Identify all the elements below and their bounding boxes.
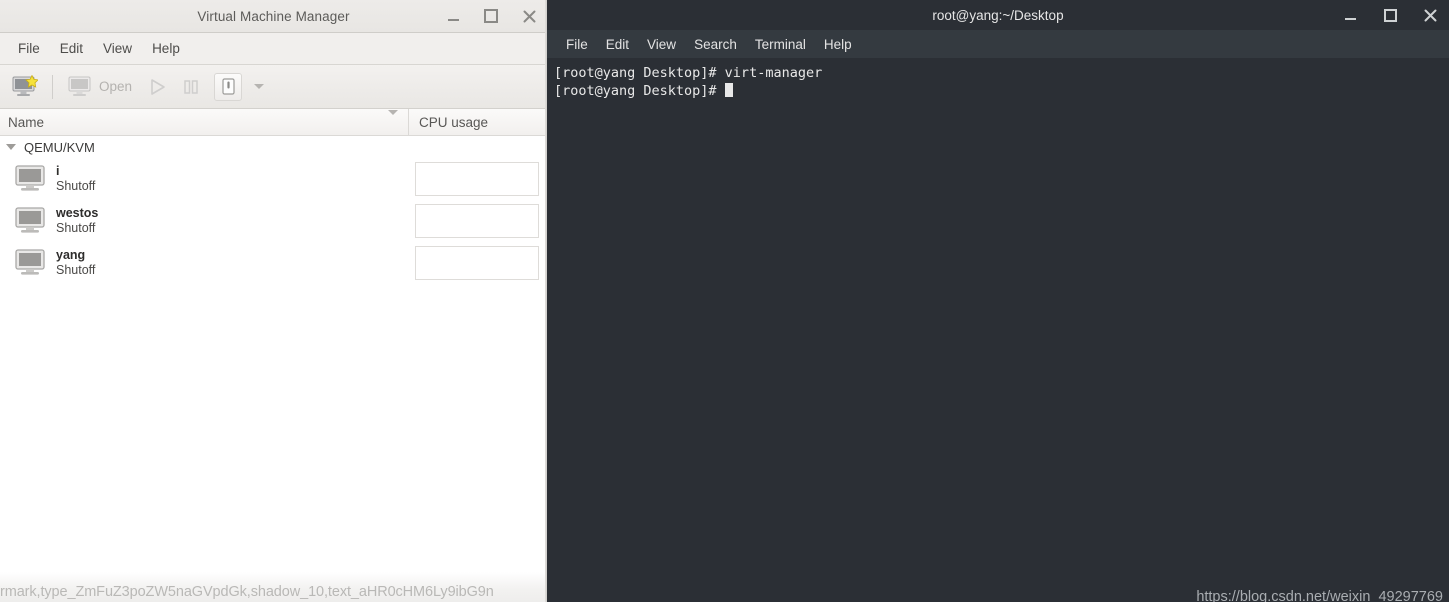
vm-state: Shutoff [56,263,96,277]
chevron-down-icon[interactable] [242,70,276,104]
column-header-cpu-label: CPU usage [419,114,489,130]
vmm-window-title: Virtual Machine Manager [197,8,350,24]
pause-icon [174,70,208,104]
vm-info: westos Shutoff [56,206,98,237]
table-row[interactable]: yang Shutoff [0,242,547,284]
terminal-menu-view[interactable]: View [638,35,685,54]
vm-name: i [56,163,60,178]
new-vm-icon[interactable] [8,70,42,104]
close-icon[interactable] [1421,6,1439,24]
vm-info: yang Shutoff [56,248,95,279]
terminal-menu-search[interactable]: Search [685,35,746,54]
vmm-menubar: File Edit View Help [0,33,547,65]
cpu-usage-sparkline [415,246,539,280]
vm-state: Shutoff [56,221,96,235]
table-row[interactable]: westos Shutoff [0,200,547,242]
vm-monitor-icon [14,207,48,235]
vmm-menu-view[interactable]: View [93,38,142,59]
expander-triangle-icon[interactable] [6,144,16,150]
terminal-menu-terminal[interactable]: Terminal [746,35,815,54]
vmm-menu-edit[interactable]: Edit [50,38,93,59]
maximize-icon[interactable] [481,6,501,26]
sort-descending-icon[interactable] [388,109,398,130]
column-header-name[interactable]: Name [0,109,409,135]
vmm-menu-help[interactable]: Help [142,38,190,59]
terminal-titlebar: root@yang:~/Desktop [547,0,1449,30]
column-header-cpu[interactable]: CPU usage [409,109,547,135]
terminal-output-area[interactable]: [root@yang Desktop]# virt-manager [root@… [547,58,1449,602]
vmm-menu-file[interactable]: File [8,38,50,59]
terminal-window: root@yang:~/Desktop File Edit View Searc… [547,0,1449,602]
vmm-window-controls [443,0,539,32]
virtual-machine-manager-window: Virtual Machine Manager File Edit View H… [0,0,547,602]
vm-state: Shutoff [56,179,96,193]
open-button-label: Open [99,79,133,94]
run-icon [140,70,174,104]
cpu-usage-sparkline [415,204,539,238]
table-row[interactable]: i Shutoff [0,158,547,200]
terminal-menubar: File Edit View Search Terminal Help [547,30,1449,58]
terminal-line-with-cursor: [root@yang Desktop]# [551,82,1449,100]
terminal-window-controls [1341,0,1439,30]
terminal-menu-help[interactable]: Help [815,35,861,54]
terminal-line: [root@yang Desktop]# virt-manager [554,65,823,81]
vm-name: westos [56,205,99,220]
open-vm-icon [63,70,97,104]
vm-monitor-icon [14,249,48,277]
shutdown-icon[interactable] [214,72,243,101]
maximize-icon[interactable] [1381,6,1399,24]
toolbar-separator [52,74,53,99]
vmm-titlebar: Virtual Machine Manager [0,0,547,33]
close-icon[interactable] [519,6,539,26]
minimize-icon[interactable] [1341,6,1359,24]
terminal-menu-edit[interactable]: Edit [597,35,638,54]
page-watermark-right: https://blog.csdn.net/weixin_49297769 [1196,589,1443,602]
minimize-icon[interactable] [443,6,463,26]
terminal-scrollbar[interactable] [1443,116,1449,602]
terminal-window-title: root@yang:~/Desktop [932,7,1064,23]
vmm-toolbar: Open [0,65,547,109]
column-header-name-label: Name [8,114,45,130]
vm-list: QEMU/KVM i Shutoff westos Shutoff yang S… [0,136,547,602]
vm-name: yang [56,247,86,262]
terminal-menu-file[interactable]: File [557,35,597,54]
terminal-cursor [724,83,733,97]
vm-group-label: QEMU/KVM [24,139,95,155]
vm-group-row-qemu-kvm[interactable]: QEMU/KVM [0,136,547,158]
cpu-usage-sparkline [415,162,539,196]
vmm-column-header: Name CPU usage [0,109,547,136]
vm-info: i Shutoff [56,164,95,195]
terminal-prompt: [root@yang Desktop]# [554,83,725,99]
vm-monitor-icon [14,165,48,193]
